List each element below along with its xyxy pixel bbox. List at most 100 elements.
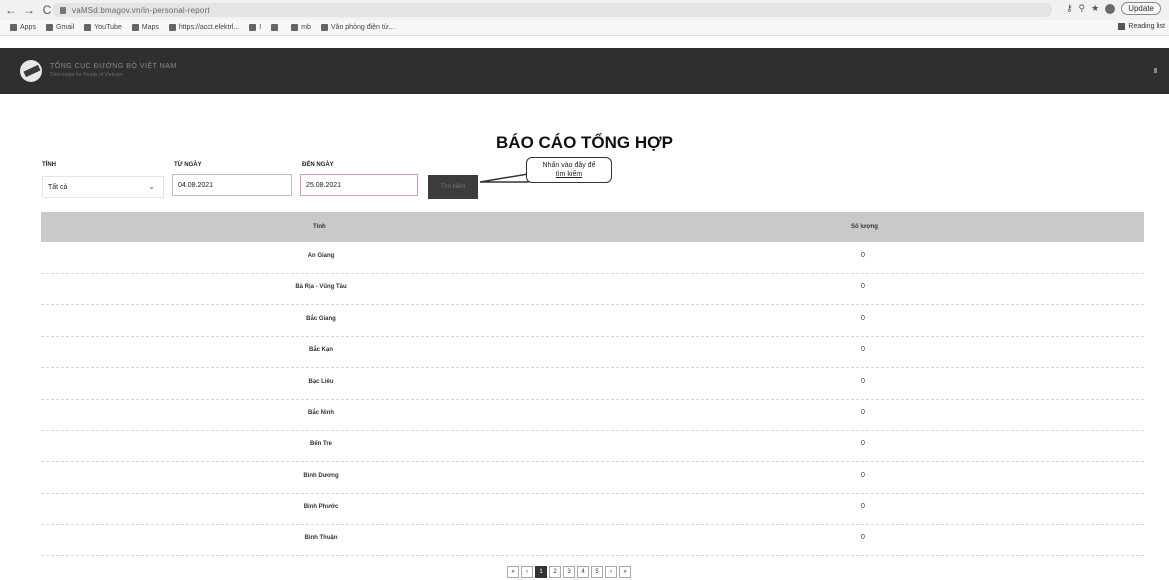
callout-text-line2: tìm kiếm	[527, 170, 611, 179]
cell-count: 0	[861, 346, 865, 353]
cell-province: Bến Tre	[309, 441, 332, 447]
bookmark-label: I	[259, 24, 262, 31]
to-date-label: ĐẾN NGÀY	[302, 162, 334, 168]
app-header: TỔNG CỤC ĐƯỜNG BỘ VIỆT NAM Directorate f…	[0, 48, 1169, 94]
globe-icon	[168, 24, 176, 31]
apps-icon	[10, 24, 17, 31]
table-row: Bình Thuận 0	[41, 524, 1144, 556]
bookmark-label: mb	[301, 24, 311, 31]
reading-list-label: Reading list	[1128, 23, 1165, 30]
cell-province: Bắc Kạn	[308, 347, 333, 353]
bookmark-gmail[interactable]: Gmail	[45, 24, 75, 31]
star-icon[interactable]: ★	[1091, 3, 1099, 14]
callout-text-link: tìm kiếm	[555, 171, 583, 178]
profile-avatar[interactable]	[1105, 3, 1116, 14]
cell-province: Bà Rịa - Vũng Tàu	[295, 284, 347, 290]
cell-count: 0	[861, 378, 865, 385]
cell-count: 0	[861, 534, 865, 541]
address-bar[interactable]: vaMSd.bmagov.vn/in-personal-report	[52, 3, 1052, 17]
search-hint-callout: Nhấn vào đây để tìm kiếm	[526, 157, 612, 183]
mb-icon	[291, 24, 299, 31]
bookmark-maps[interactable]: Maps	[131, 24, 159, 31]
first-page-button[interactable]: «	[507, 566, 519, 578]
page-button-5[interactable]: 5	[591, 566, 603, 578]
bookmark-icon	[249, 24, 257, 31]
province-label: TỈNH	[42, 162, 56, 168]
cell-province: Bạc Liêu	[308, 379, 334, 385]
bookmark-icon	[271, 24, 279, 31]
prev-page-button[interactable]: ‹	[521, 566, 533, 578]
menu-icon[interactable]	[1154, 68, 1157, 73]
key-icon[interactable]: ⚷	[1066, 3, 1073, 14]
gmail-icon	[45, 24, 53, 31]
page-button-2[interactable]: 2	[549, 566, 561, 578]
page-title: BÁO CÁO TỔNG HỢP	[496, 133, 673, 152]
province-select-value: Tất cả	[48, 183, 68, 191]
reading-list[interactable]: Reading list	[1118, 23, 1165, 30]
bookmark-apps[interactable]: Apps	[10, 24, 36, 31]
column-header-count: Số lượng	[851, 224, 878, 230]
bookmark-mb[interactable]: mb	[291, 24, 311, 31]
office-icon	[320, 24, 328, 31]
bookmark-link[interactable]: https://acct.elektrl...	[168, 24, 240, 31]
callout-pointer	[479, 173, 529, 183]
page-button-3[interactable]: 3	[563, 566, 575, 578]
zoom-icon[interactable]: ⚲	[1079, 3, 1086, 14]
update-button[interactable]: Update	[1121, 2, 1161, 15]
page-button-4[interactable]: 4	[577, 566, 589, 578]
logo-icon[interactable]	[20, 60, 42, 82]
cell-count: 0	[861, 315, 865, 322]
lock-icon	[60, 6, 66, 14]
maps-icon	[131, 24, 139, 31]
cell-count: 0	[861, 409, 865, 416]
bookmark-office[interactable]: Văn phòng điện tử...	[320, 24, 395, 31]
province-select[interactable]: Tất cả ⌄	[42, 176, 164, 198]
forward-icon[interactable]: →	[22, 3, 36, 17]
table-row: Bình Dương 0	[41, 462, 1144, 494]
column-header-province: Tỉnh	[313, 224, 326, 230]
to-date-value: 25.08.2021	[306, 181, 342, 189]
last-page-button[interactable]: »	[619, 566, 631, 578]
table-row: Bạc Liêu 0	[41, 368, 1144, 400]
bookmarks-bar: Apps Gmail YouTube Maps https://acct.ele…	[0, 20, 1169, 36]
bookmark-youtube[interactable]: YouTube	[84, 24, 122, 31]
browser-toolbar: ← → C vaMSd.bmagov.vn/in-personal-report…	[0, 0, 1169, 20]
page-button-1[interactable]: 1	[535, 566, 547, 578]
from-date-value: 04.08.2021	[178, 181, 214, 189]
bookmark-label: Văn phòng điện tử...	[330, 24, 395, 31]
table-row: Bình Phước 0	[41, 493, 1144, 525]
table-row: An Giang 0	[41, 242, 1144, 274]
cell-province: Bình Phước	[303, 504, 339, 510]
bookmark-item[interactable]: I	[249, 24, 261, 31]
cell-count: 0	[861, 440, 865, 447]
reading-list-icon	[1118, 23, 1126, 30]
table-row: Bắc Giang 0	[41, 305, 1144, 337]
table-header: Tỉnh Số lượng	[41, 212, 1144, 242]
cell-count: 0	[861, 472, 865, 479]
cell-count: 0	[861, 283, 865, 290]
search-button[interactable]: Tìm kiếm	[428, 175, 478, 199]
to-date-input[interactable]: 25.08.2021	[300, 174, 418, 196]
cell-province: Bắc Ninh	[307, 410, 334, 416]
next-page-button[interactable]: ›	[605, 566, 617, 578]
table-row: Bắc Kạn 0	[41, 336, 1144, 368]
back-icon[interactable]: ←	[4, 3, 18, 17]
callout-text-line1: Nhấn vào đây để	[542, 162, 596, 169]
url-text: vaMSd.bmagov.vn/in-personal-report	[72, 5, 210, 15]
bookmark-label: Apps	[20, 24, 36, 31]
chevron-down-icon: ⌄	[148, 182, 155, 191]
cell-province: Bình Dương	[303, 473, 339, 479]
bookmark-label: Gmail	[55, 24, 75, 31]
bookmark-item[interactable]	[271, 24, 281, 31]
org-subtitle: Directorate for Roads of Vietnam	[50, 72, 123, 78]
cell-province: An Giang	[307, 253, 335, 259]
bookmark-label: https://acct.elektrl...	[178, 24, 240, 31]
table-row: Bến Tre 0	[41, 430, 1144, 462]
cell-count: 0	[861, 252, 865, 259]
from-date-input[interactable]: 04.08.2021	[172, 174, 292, 196]
youtube-icon	[84, 24, 92, 31]
bookmark-label: Maps	[141, 24, 159, 31]
bookmark-label: YouTube	[94, 24, 122, 31]
from-date-label: TỪ NGÀY	[174, 162, 202, 168]
cell-count: 0	[861, 503, 865, 510]
